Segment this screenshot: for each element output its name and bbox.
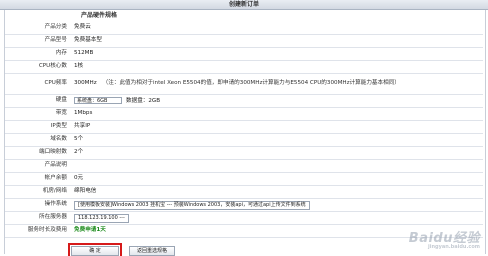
row-label: 操作系统	[44, 201, 67, 208]
row-disk: 硬盘 系统盘：6GB 数据盘：2GB	[5, 95, 483, 108]
row-label: 内存	[55, 50, 67, 57]
row-value: 1核	[74, 63, 84, 70]
row-value: 2个	[74, 149, 84, 156]
row-cpu-cores: CPU核心数 1核	[5, 61, 483, 74]
row-label: CPU频率	[44, 80, 67, 87]
row-label: 带宽	[55, 110, 67, 117]
row-value: 0元	[74, 175, 84, 182]
row-label: 机房/网络	[42, 188, 67, 195]
cpu-frequency-value: 300MHz	[74, 80, 97, 87]
back-button[interactable]: 返回重选规格	[129, 246, 175, 256]
row-value: 免费申请1天	[71, 227, 106, 234]
os-select[interactable]: [使用模板安装]Windows 2003 挂机宝 --- 预装Windows 2…	[74, 200, 310, 210]
row-value: 5个	[74, 136, 84, 143]
watermark-logo: Baidu经验 jingyan.baidu.com	[409, 232, 480, 250]
row-label: 服务时长及费用	[27, 227, 67, 234]
row-bandwidth: 带宽 1Mbps	[5, 108, 483, 121]
row-value: 共享IP	[74, 123, 91, 130]
row-value: 免费云	[74, 24, 91, 31]
section-title: 产品硬件规格	[81, 12, 118, 19]
row-product-description: 产品说明	[5, 160, 483, 173]
row-domain-count: 域名数 5个	[5, 134, 483, 147]
window-title: 创建新订单	[0, 0, 488, 10]
row-value: 118.123.19.100 ---	[71, 213, 129, 223]
row-label: 域名数	[50, 136, 67, 143]
row-label: 所在服务器	[39, 214, 67, 221]
server-select[interactable]: 118.123.19.100 ---	[74, 213, 129, 223]
row-value: 系统盘：6GB 数据盘：2GB	[71, 97, 160, 105]
row-label: 端口映射数	[39, 149, 67, 156]
row-value: [使用模板安装]Windows 2003 挂机宝 --- 预装Windows 2…	[71, 200, 310, 210]
order-form: 产品硬件规格 产品分类 免费云 产品型号 免费基本型 内存 512MB CPU核…	[4, 10, 486, 256]
row-product-category: 产品分类 免费云	[5, 22, 483, 35]
row-label: 帐户余额	[44, 175, 67, 182]
row-value: 1Mbps	[74, 110, 93, 117]
row-label: CPU核心数	[38, 63, 67, 70]
row-value: 免费基本型	[74, 37, 102, 44]
row-label: 产品分类	[44, 24, 67, 31]
row-server: 所在服务器 118.123.19.100 ---	[5, 212, 483, 225]
free-trial-text: 免费申请1天	[74, 227, 106, 234]
row-port-mapping: 端口映射数 2个	[5, 147, 483, 160]
system-disk-input[interactable]: 系统盘：6GB	[74, 97, 122, 105]
row-product-model: 产品型号 免费基本型	[5, 35, 483, 48]
row-value: 绵阳电信	[74, 188, 97, 195]
row-datacenter: 机房/网络 绵阳电信	[5, 186, 483, 199]
row-account-balance: 帐户余额 0元	[5, 173, 483, 186]
row-cpu-frequency: CPU频率 300MHz （注：此值为相对于intel Xeon E5504的值，…	[5, 74, 483, 95]
row-value: 512MB	[74, 50, 94, 57]
row-label: 产品说明	[44, 162, 67, 169]
row-memory: 内存 512MB	[5, 48, 483, 61]
confirm-button[interactable]: 确 定	[68, 243, 122, 256]
row-label: IP类型	[50, 123, 67, 130]
row-label: 硬盘	[55, 97, 67, 104]
row-value: 300MHz （注：此值为相对于intel Xeon E5504的值，即申请的30…	[71, 80, 400, 87]
row-ip-type: IP类型 共享IP	[5, 121, 483, 134]
row-operating-system: 操作系统 [使用模板安装]Windows 2003 挂机宝 --- 预装Wind…	[5, 199, 483, 212]
cpu-frequency-note: （注：此值为相对于intel Xeon E5504的值，即申请的300MHz计算…	[102, 80, 400, 87]
row-label: 产品型号	[44, 37, 67, 44]
data-disk-value: 数据盘：2GB	[126, 98, 161, 105]
